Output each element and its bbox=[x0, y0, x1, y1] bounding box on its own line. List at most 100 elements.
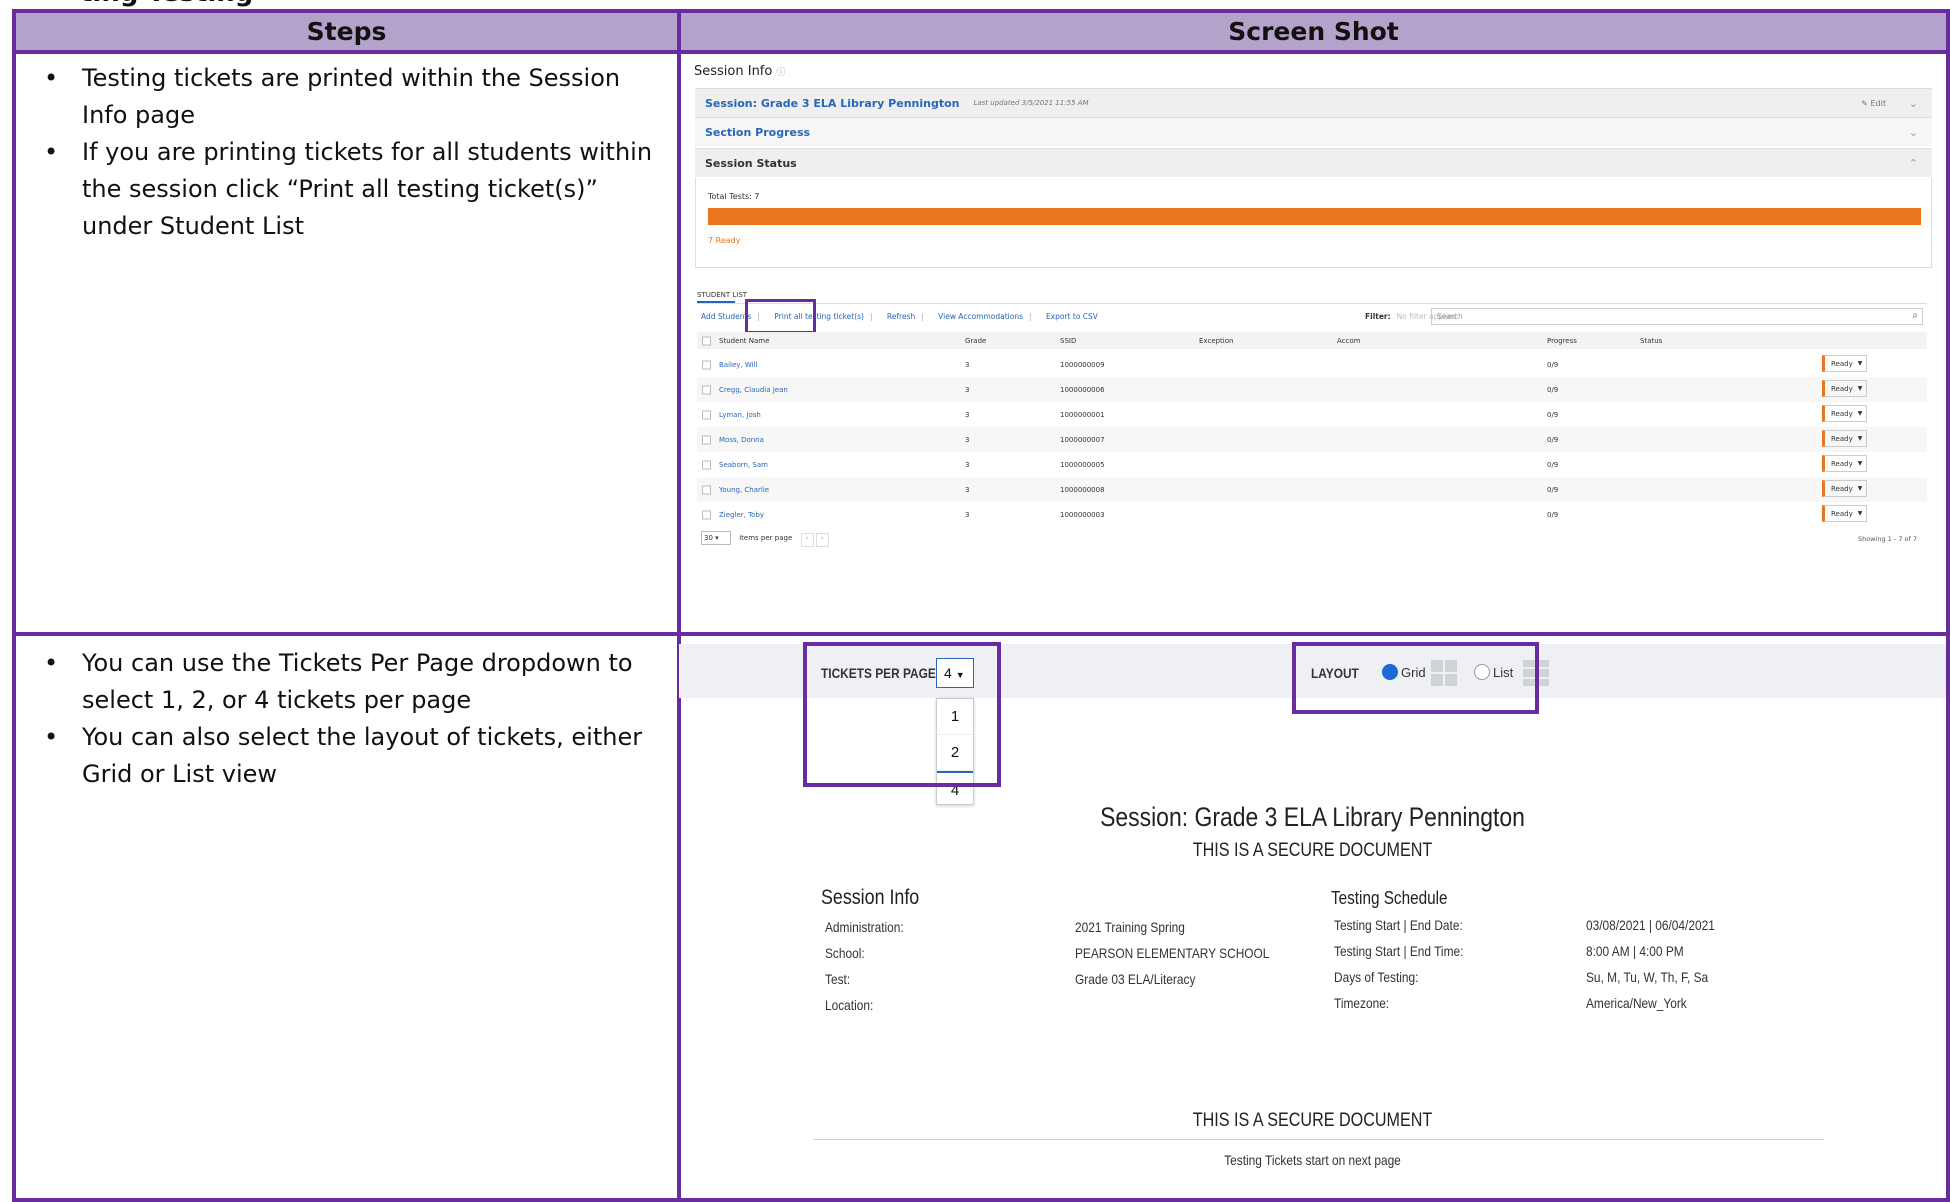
ssid-cell: 1000000001 bbox=[1060, 410, 1105, 419]
chevron-up-icon[interactable]: ⌃ bbox=[1909, 157, 1918, 170]
status-dropdown[interactable]: Ready ▼ bbox=[1822, 455, 1867, 472]
tab-student-list[interactable]: STUDENT LIST bbox=[697, 291, 747, 299]
progress-cell: 0/9 bbox=[1547, 460, 1559, 469]
print-tickets-screenshot: TICKETS PER PAGE 4 ▼ 1 2 4 LAYOUT Grid L… bbox=[679, 640, 1949, 1202]
secure-notice-top: THIS IS A SECURE DOCUMENT bbox=[1192, 840, 1433, 861]
col-exception[interactable]: Exception bbox=[1199, 337, 1233, 345]
status-dropdown[interactable]: Ready ▼ bbox=[1822, 380, 1867, 397]
student-name-link[interactable]: Lyman, Josh bbox=[719, 411, 761, 419]
search-input[interactable]: Search ⌕ bbox=[1431, 308, 1923, 325]
info-label: Location: bbox=[825, 997, 874, 1013]
row-checkbox[interactable] bbox=[702, 360, 711, 369]
items-per-page-select[interactable]: 30 ▾ bbox=[701, 531, 731, 545]
row-checkbox[interactable] bbox=[702, 510, 711, 519]
view-accommodations-link[interactable]: View Accommodations bbox=[938, 312, 1023, 321]
refresh-link[interactable]: Refresh bbox=[887, 312, 915, 321]
ticket-session-title: Session: Grade 3 ELA Library Pennington bbox=[1100, 802, 1525, 832]
status-dropdown[interactable]: Ready ▼ bbox=[1822, 405, 1867, 422]
status-value: Ready bbox=[1831, 484, 1853, 493]
chevron-down-icon[interactable]: ⌄ bbox=[1909, 97, 1918, 110]
status-dropdown[interactable]: Ready ▼ bbox=[1822, 480, 1867, 497]
session-status-label: Session Status bbox=[705, 156, 797, 170]
caret-down-icon: ▼ bbox=[1857, 485, 1863, 492]
schedule-value: Su, M, Tu, W, Th, F, Sa bbox=[1586, 969, 1709, 985]
table-row: Ziegler, Toby 3 1000000003 0/9 Ready ▼ bbox=[697, 502, 1927, 527]
caret-down-icon: ▼ bbox=[1857, 435, 1863, 442]
student-name-link[interactable]: Young, Charlie bbox=[719, 486, 769, 494]
ssid-cell: 1000000005 bbox=[1060, 460, 1105, 469]
per-page-value: 30 bbox=[704, 534, 713, 542]
col-status[interactable]: Status bbox=[1640, 337, 1662, 345]
student-name-link[interactable]: Ziegler, Toby bbox=[719, 511, 764, 519]
step-item: Testing tickets are printed within the S… bbox=[26, 60, 666, 134]
showing-count: Showing 1 - 7 of 7 bbox=[1858, 535, 1917, 543]
export-csv-link[interactable]: Export to CSV bbox=[1046, 312, 1098, 321]
info-label: School: bbox=[825, 945, 865, 961]
student-table-header: Student Name Grade SSID Exception Accom … bbox=[697, 332, 1927, 349]
student-name-link[interactable]: Cregg, Claudia Jean bbox=[719, 386, 788, 394]
table-row: Young, Charlie 3 1000000008 0/9 Ready ▼ bbox=[697, 477, 1927, 502]
prev-page-button[interactable]: ‹ bbox=[800, 533, 814, 547]
grade-cell: 3 bbox=[965, 385, 970, 394]
progress-cell: 0/9 bbox=[1547, 510, 1559, 519]
student-name-link[interactable]: Bailey, Will bbox=[719, 361, 757, 369]
row-checkbox[interactable] bbox=[702, 435, 711, 444]
status-value: Ready bbox=[1831, 409, 1853, 418]
steps-list-1: Testing tickets are printed within the S… bbox=[26, 60, 666, 245]
status-dropdown[interactable]: Ready ▼ bbox=[1822, 355, 1867, 372]
student-name-link[interactable]: Moss, Donna bbox=[719, 436, 764, 444]
info-label: Test: bbox=[825, 971, 851, 987]
schedule-label: Days of Testing: bbox=[1334, 969, 1419, 985]
ssid-cell: 1000000007 bbox=[1060, 435, 1105, 444]
schedule-value: America/New_York bbox=[1586, 995, 1687, 1011]
session-status-bar[interactable]: Session Status ⌃ bbox=[695, 148, 1932, 177]
col-ssid[interactable]: SSID bbox=[1060, 337, 1076, 345]
ssid-cell: 1000000003 bbox=[1060, 510, 1105, 519]
next-page-button[interactable]: › bbox=[815, 533, 829, 547]
table-row: Bailey, Will 3 1000000009 0/9 Ready ▼ bbox=[697, 352, 1927, 377]
info-value: 2021 Training Spring bbox=[1075, 919, 1185, 935]
progress-cell: 0/9 bbox=[1547, 385, 1559, 394]
info-value: PEARSON ELEMENTARY SCHOOL bbox=[1075, 945, 1270, 961]
session-name: Session: Grade 3 ELA Library Pennington bbox=[705, 96, 960, 110]
progress-cell: 0/9 bbox=[1547, 410, 1559, 419]
caret-down-icon: ▼ bbox=[1857, 385, 1863, 392]
chevron-down-icon[interactable]: ⌄ bbox=[1909, 126, 1918, 139]
ssid-cell: 1000000008 bbox=[1060, 485, 1105, 494]
status-value: Ready bbox=[1831, 384, 1853, 393]
row-checkbox[interactable] bbox=[702, 485, 711, 494]
add-students-link[interactable]: Add Students bbox=[701, 312, 751, 321]
row-checkbox[interactable] bbox=[702, 410, 711, 419]
ready-count: 7 Ready bbox=[708, 236, 741, 245]
col-student-name[interactable]: Student Name bbox=[719, 337, 769, 345]
search-placeholder: Search bbox=[1437, 312, 1463, 321]
caret-down-icon: ▼ bbox=[1857, 360, 1863, 367]
row-checkbox[interactable] bbox=[702, 385, 711, 394]
ssid-cell: 1000000009 bbox=[1060, 360, 1105, 369]
search-icon[interactable]: ⌕ bbox=[1912, 310, 1918, 321]
grade-cell: 3 bbox=[965, 460, 970, 469]
schedule-label: Testing Start | End Date: bbox=[1334, 917, 1463, 933]
grade-cell: 3 bbox=[965, 410, 970, 419]
status-dropdown[interactable]: Ready ▼ bbox=[1822, 430, 1867, 447]
select-all-checkbox[interactable] bbox=[702, 336, 711, 345]
session-bar[interactable]: Session: Grade 3 ELA Library Pennington … bbox=[695, 88, 1932, 117]
section-progress-bar[interactable]: Section Progress ⌄ bbox=[695, 117, 1932, 146]
last-updated: Last updated 3/5/2021 11:55 AM bbox=[973, 99, 1089, 107]
caret-down-icon: ▼ bbox=[1857, 410, 1863, 417]
step-item: You can use the Tickets Per Page dropdow… bbox=[26, 645, 666, 719]
table-row: Lyman, Josh 3 1000000001 0/9 Ready ▼ bbox=[697, 402, 1927, 427]
student-name-link[interactable]: Seaborn, Sam bbox=[719, 461, 768, 469]
row-checkbox[interactable] bbox=[702, 460, 711, 469]
step-item: You can also select the layout of ticket… bbox=[26, 719, 666, 793]
highlight-box bbox=[745, 299, 816, 334]
page-title: Session Info bbox=[694, 64, 773, 79]
ready-progress-bar bbox=[708, 208, 1921, 225]
col-progress: Progress bbox=[1547, 336, 1577, 345]
highlight-box bbox=[1292, 642, 1539, 714]
col-grade[interactable]: Grade bbox=[965, 337, 986, 345]
progress-cell: 0/9 bbox=[1547, 360, 1559, 369]
status-dropdown[interactable]: Ready ▼ bbox=[1822, 505, 1867, 522]
items-per-page-label: items per page bbox=[739, 534, 793, 542]
highlight-box bbox=[803, 642, 1001, 787]
